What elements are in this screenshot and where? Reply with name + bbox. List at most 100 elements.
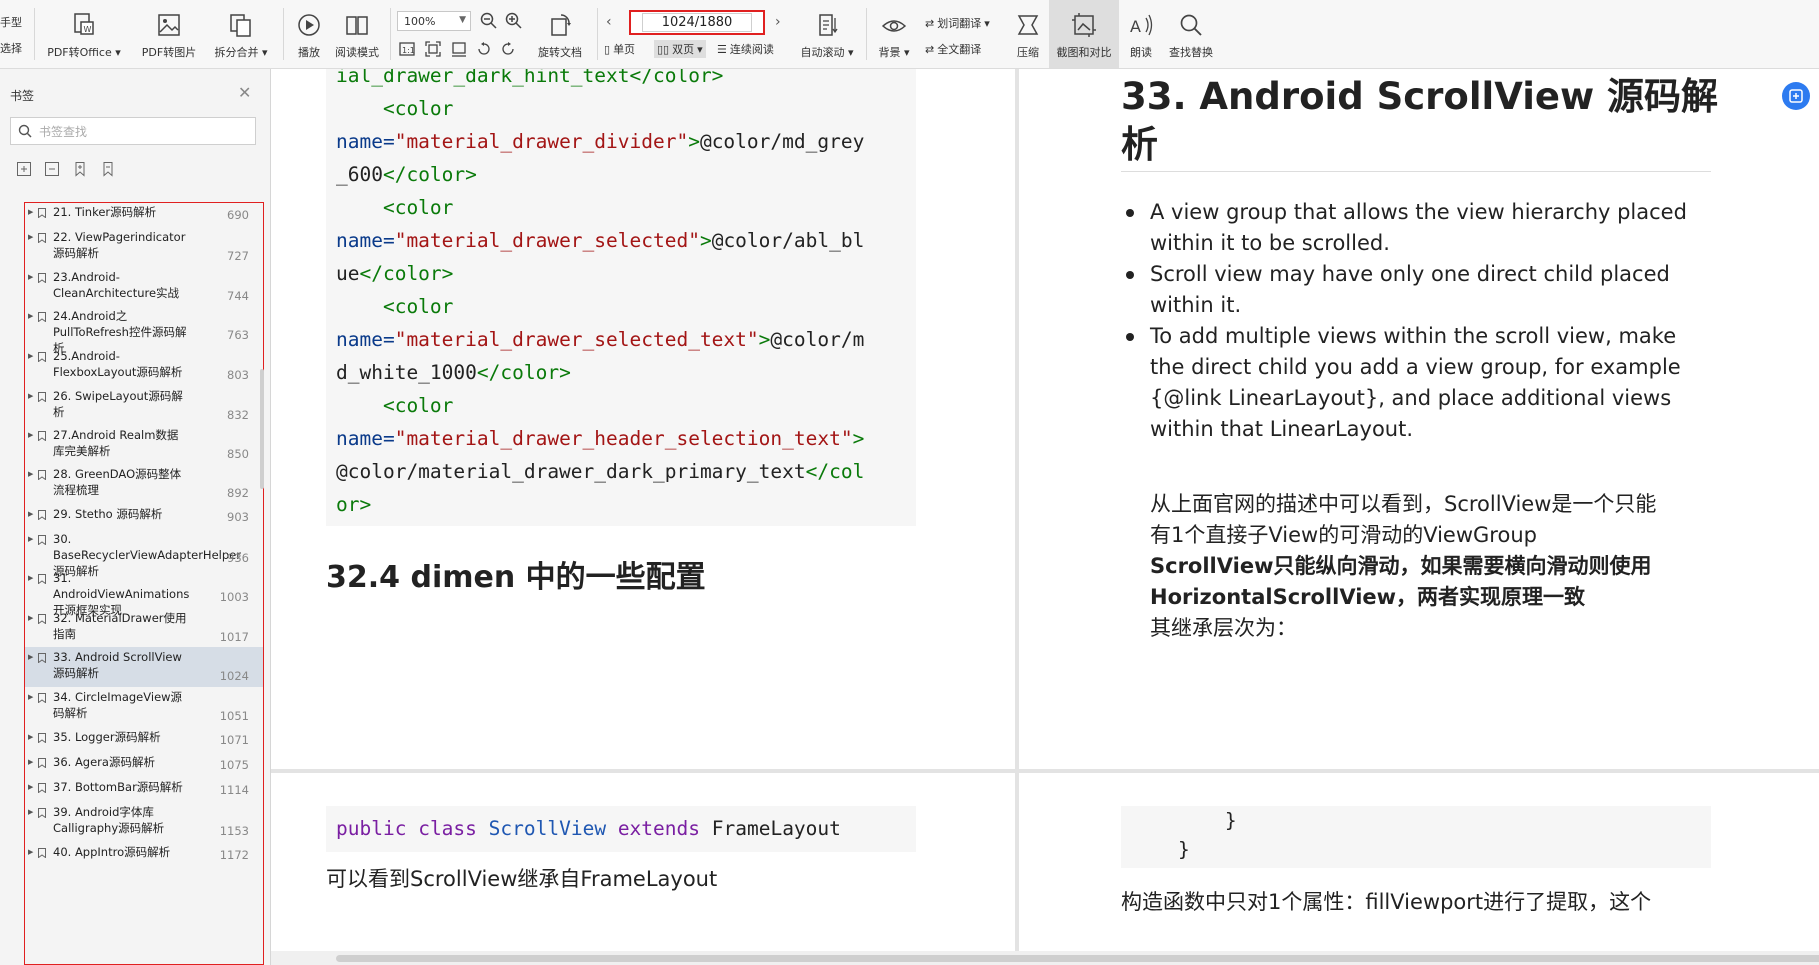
bookmark-item[interactable]: ▶ 24.Android之PullToRefresh控件源码解析 763 xyxy=(25,306,263,355)
compress-button[interactable]: 压缩 xyxy=(1010,0,1046,68)
find-replace-button[interactable]: 查找替换 xyxy=(1164,0,1218,68)
continuous-read-button[interactable]: ☰ 连续阅读 xyxy=(717,41,774,57)
expand-arrow-icon[interactable]: ▶ xyxy=(28,783,33,791)
bookmark-item[interactable]: ▶ 40. AppIntro源码解析 1172 xyxy=(25,842,263,867)
bookmark-item[interactable]: ▶ 31. AndroidViewAnimations开源框架实现 1003 xyxy=(25,568,263,617)
code-class-name: ScrollView xyxy=(488,817,607,840)
expand-arrow-icon[interactable]: ▶ xyxy=(28,208,33,216)
bookmark-page: 1003 xyxy=(219,590,249,604)
bookmark-page: 1051 xyxy=(219,709,249,723)
auto-scroll-button[interactable]: 自动滚动 ▾ xyxy=(796,0,858,68)
expand-arrow-icon[interactable]: ▶ xyxy=(28,273,33,281)
bookmark-item[interactable]: ▶ 23.Android-CleanArchitecture实战 744 xyxy=(25,267,263,307)
add-bookmark-icon[interactable] xyxy=(72,161,88,177)
expand-arrow-icon[interactable]: ▶ xyxy=(28,653,33,661)
split-merge-button[interactable]: 拆分合并 ▾ xyxy=(210,0,272,68)
read-mode-button[interactable]: 阅读模式 xyxy=(332,0,382,68)
hand-tool-label[interactable]: 手型 xyxy=(0,14,22,30)
expand-arrow-icon[interactable]: ▶ xyxy=(28,352,33,360)
bookmark-item[interactable]: ▶ 21. Tinker源码解析 690 xyxy=(25,203,263,227)
full-translate-button[interactable]: ⇄ 全文翻译 xyxy=(925,41,981,57)
remove-bookmark-icon[interactable] xyxy=(100,161,116,177)
screenshot-compare-button[interactable]: 截图和对比 xyxy=(1049,0,1119,68)
bookmark-icon xyxy=(38,352,46,362)
bookmark-item[interactable]: ▶ 33. Android ScrollView源码解析 1024 xyxy=(25,647,263,687)
bookmark-item[interactable]: ▶ 32. MaterialDrawer使用指南 1017 xyxy=(25,608,263,648)
expand-arrow-icon[interactable]: ▶ xyxy=(28,733,33,741)
bookmark-item[interactable]: ▶ 28. GreenDAO源码整体流程梳理 892 xyxy=(25,464,263,504)
single-page-button[interactable]: ▯ 单页 xyxy=(604,41,635,57)
rotate-doc-button[interactable]: 旋转文档 xyxy=(530,0,590,68)
bookmark-item[interactable]: ▶ 37. BottomBar源码解析 1114 xyxy=(25,777,263,802)
expand-arrow-icon[interactable]: ▶ xyxy=(28,535,33,543)
bookmark-item[interactable]: ▶ 39. Android字体库Calligraphy源码解析 1153 xyxy=(25,802,263,842)
expand-arrow-icon[interactable]: ▶ xyxy=(28,431,33,439)
expand-arrow-icon[interactable]: ▶ xyxy=(28,614,33,622)
prev-page-icon[interactable]: ‹ xyxy=(606,14,612,30)
bookmark-icon xyxy=(38,574,46,584)
expand-arrow-icon[interactable]: ▶ xyxy=(28,510,33,518)
expand-arrow-icon[interactable]: ▶ xyxy=(28,574,33,582)
read-aloud-button[interactable]: A 朗读 xyxy=(1124,0,1158,68)
actual-size-icon[interactable]: 1:1 xyxy=(399,41,415,60)
select-tool-label[interactable]: 选择 xyxy=(0,40,22,56)
bookmark-item[interactable]: ▶ 34. CircleImageView源码解析 1051 xyxy=(25,687,263,727)
background-button[interactable]: 背景 ▾ xyxy=(874,0,914,68)
single-page-label: 单页 xyxy=(613,43,636,56)
next-page-icon[interactable]: › xyxy=(775,14,781,30)
expand-arrow-icon[interactable]: ▶ xyxy=(28,848,33,856)
bookmark-sidebar: 书签 ✕ ▶ 21. Tinker源码解析 690 ▶ 22. ViewPagerind… xyxy=(0,69,271,965)
bookmark-item[interactable]: ▶ 25.Android-FlexboxLayout源码解析 803 xyxy=(25,346,263,386)
word-translate-button[interactable]: ⇄ 划词翻译 ▾ xyxy=(925,15,990,31)
zoom-out-icon[interactable] xyxy=(480,12,498,33)
translate-icon: ⇄ xyxy=(925,16,935,30)
page-number-input[interactable] xyxy=(642,13,752,32)
code-token: name= xyxy=(336,130,395,153)
fit-page-icon[interactable] xyxy=(425,41,441,60)
page-left-top: ial_drawer_dark_hint_text</color> <color… xyxy=(271,69,1015,769)
pdf-to-office-button[interactable]: W PDF转Office ▾ xyxy=(44,0,124,68)
code-token: @color/md_grey xyxy=(699,130,865,153)
bookmark-item[interactable]: ▶ 27.Android Realm数据库完美解析 850 xyxy=(25,425,263,465)
expand-arrow-icon[interactable]: ▶ xyxy=(28,470,33,478)
bookmark-title: 40. AppIntro源码解析 xyxy=(53,845,171,859)
bookmark-item[interactable]: ▶ 22. ViewPagerindicator源码解析 727 xyxy=(25,227,263,267)
bookmark-item[interactable]: ▶ 30. BaseRecyclerViewAdapterHelper源码解析 93… xyxy=(25,529,263,578)
svg-text:1:1: 1:1 xyxy=(402,46,415,55)
expand-arrow-icon[interactable]: ▶ xyxy=(28,693,33,701)
expand-arrow-icon[interactable]: ▶ xyxy=(28,392,33,400)
sidebar-scrollbar[interactable] xyxy=(260,369,264,489)
heading-divider xyxy=(1121,171,1711,172)
code-token: > xyxy=(852,427,865,450)
pdf-to-image-button[interactable]: PDF转图片 xyxy=(136,0,202,68)
collapse-all-icon[interactable] xyxy=(44,161,60,177)
rotate-right-icon[interactable] xyxy=(500,41,516,60)
bookmark-search-input[interactable] xyxy=(37,122,241,142)
zoom-in-icon[interactable] xyxy=(505,12,523,33)
expand-arrow-icon[interactable]: ▶ xyxy=(28,758,33,766)
bookmark-item[interactable]: ▶ 29. Stetho 源码解析 903 xyxy=(25,504,263,529)
bookmark-list: ▶ 21. Tinker源码解析 690 ▶ 22. ViewPagerindicato… xyxy=(24,202,264,965)
zoom-select[interactable]: 100% ▼ xyxy=(397,11,471,31)
expand-all-icon[interactable] xyxy=(16,161,32,177)
bookmark-item[interactable]: ▶ 26. SwipeLayout源码解析 832 xyxy=(25,386,263,426)
double-page-button[interactable]: ▯▯ 双页 ▾ xyxy=(654,40,706,58)
closing-braces: } } xyxy=(1131,806,1237,864)
scrollbar-thumb[interactable] xyxy=(336,955,1819,962)
bookmark-item[interactable]: ▶ 36. Agera源码解析 1075 xyxy=(25,752,263,777)
bookmark-item[interactable]: ▶ 35. Logger源码解析 1071 xyxy=(25,727,263,752)
bullet-line: {@link LinearLayout}, and place addition… xyxy=(1150,386,1672,410)
sidebar-title: 书签 xyxy=(10,89,35,103)
expand-arrow-icon[interactable]: ▶ xyxy=(28,312,33,320)
code-token: _600 xyxy=(336,163,383,186)
expand-arrow-icon[interactable]: ▶ xyxy=(28,233,33,241)
float-assistant-button[interactable] xyxy=(1782,82,1810,110)
rotate-left-icon[interactable] xyxy=(476,41,492,60)
code-token: </color> xyxy=(359,262,454,285)
fit-width-icon[interactable] xyxy=(451,41,467,60)
play-button[interactable]: 播放 xyxy=(290,0,328,68)
close-icon[interactable]: ✕ xyxy=(238,83,251,102)
expand-arrow-icon[interactable]: ▶ xyxy=(28,808,33,816)
bookmark-icon xyxy=(38,392,46,402)
horizontal-scrollbar[interactable] xyxy=(271,951,1819,965)
